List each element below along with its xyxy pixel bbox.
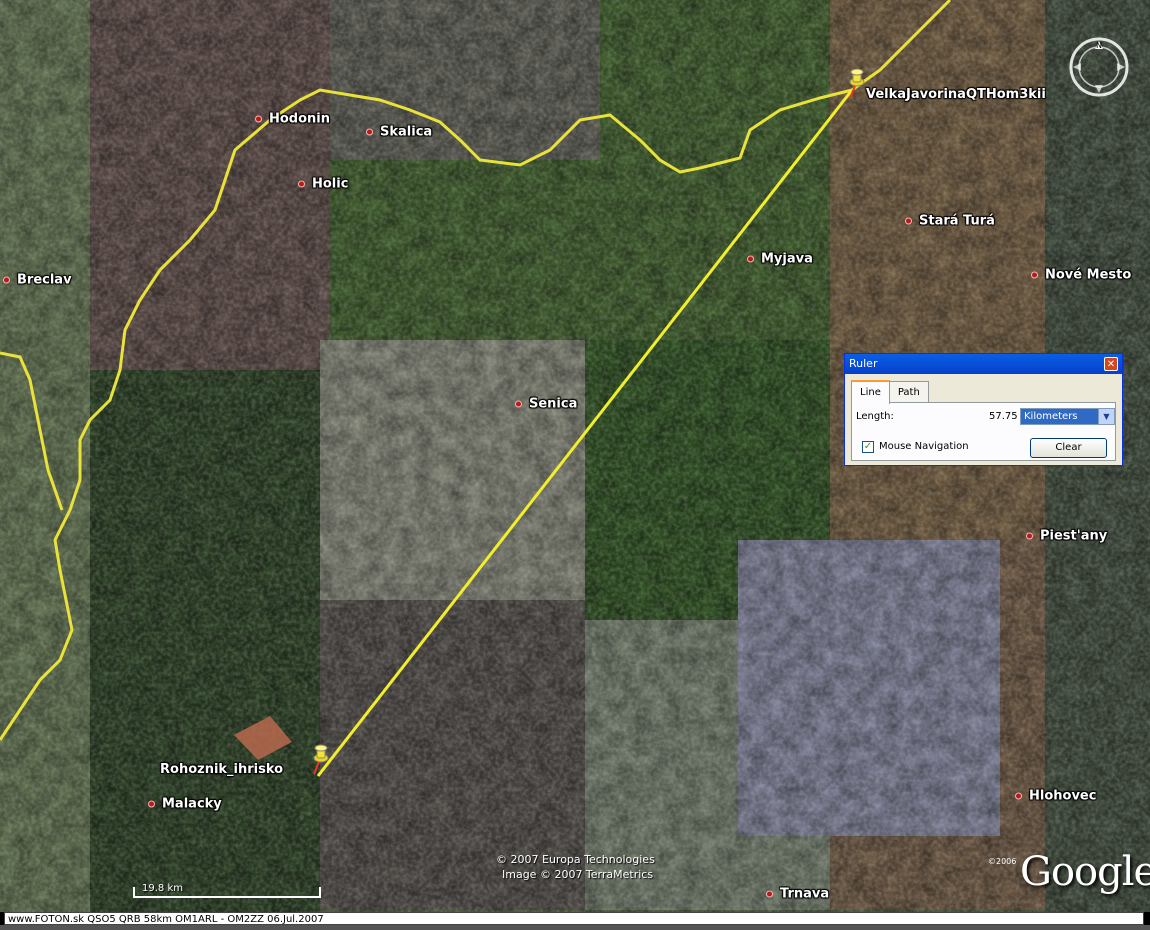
place-dot-icon [766,890,773,898]
place-label: Holic [312,176,349,192]
place-dot-icon [1015,792,1022,800]
place-marker[interactable]: Trnava [766,887,829,902]
units-select[interactable]: Kilometers ▼ [1020,408,1115,425]
tab-path[interactable]: Path [888,381,929,403]
copyright-line-1: © 2007 Europa Technologies [496,853,655,866]
close-button[interactable]: ✕ [1104,357,1118,371]
place-marker[interactable]: Hodonin [255,112,330,127]
length-label: Length: [856,411,894,422]
units-selected: Kilometers [1024,411,1078,422]
compass-icon[interactable]: N [1068,36,1130,98]
start-pin-label: Rohoznik_ihrisko [160,762,284,777]
place-label: Piest'any [1040,528,1108,544]
length-value: 57.75 [989,411,1018,422]
place-label: Nové Mesto [1045,267,1132,283]
end-pin-label: VelkaJavorinaQTHom3kii [866,87,1046,102]
place-marker[interactable]: Myjava [747,252,813,267]
place-marker[interactable]: Hlohovec [1015,789,1096,804]
place-marker[interactable]: Stará Turá [905,214,995,229]
mouse-navigation-label[interactable]: Mouse Navigation [879,441,969,452]
place-marker[interactable]: Malacky [148,797,222,812]
place-marker[interactable]: Piest'any [1026,529,1107,544]
ruler-title: Ruler [849,357,878,370]
place-dot-icon [366,128,373,136]
place-dot-icon [3,276,10,284]
place-dot-icon [298,180,305,188]
place-label: Myjava [761,251,813,267]
place-label: Stará Turá [919,213,995,229]
status-bar: www.FOTON.sk QSO5 QRB 58km OM1ARL - OM2Z… [0,912,1150,930]
place-marker[interactable]: Nové Mesto [1031,268,1131,283]
place-label: Trnava [780,886,830,902]
clear-button[interactable]: Clear [1030,438,1107,458]
place-label: Skalica [380,124,433,140]
place-dot-icon [1031,271,1038,279]
place-dot-icon [1026,532,1033,540]
place-dot-icon [148,800,155,808]
tab-line[interactable]: Line [851,380,890,404]
place-dot-icon [255,115,262,123]
place-dot-icon [747,255,754,263]
place-marker[interactable]: Skalica [366,125,432,140]
scale-label: 19.8 km [142,883,183,894]
place-label: Senica [529,396,578,412]
place-marker[interactable]: Senica [515,397,577,412]
place-label: Breclav [17,272,72,288]
place-label: Hodonin [269,111,331,127]
mouse-navigation-checkbox[interactable]: ✓ [862,441,874,453]
compass-north-label: N [1096,41,1102,50]
ruler-dialog[interactable]: Ruler ✕ Line Path Length: 57.75 Kilomete… [844,353,1123,466]
google-logo: Google [1020,849,1150,895]
end-pushpin-icon[interactable] [842,68,868,102]
place-label: Malacky [162,796,222,812]
start-pushpin-icon[interactable] [306,744,332,778]
ruler-panel: Length: 57.75 Kilometers ▼ ✓ Mouse Navig… [851,402,1116,461]
caption-text: www.FOTON.sk QSO5 QRB 58km OM1ARL - OM2Z… [4,912,1144,925]
place-dot-icon [905,217,912,225]
place-dot-icon [515,400,522,408]
place-marker[interactable]: Breclav [3,273,72,288]
copyright-small-year: ©2006 [988,857,1017,866]
place-marker[interactable]: Holic [298,177,348,192]
chevron-down-icon[interactable]: ▼ [1098,409,1114,424]
ruler-titlebar[interactable]: Ruler ✕ [845,354,1122,374]
copyright-line-2: Image © 2007 TerraMetrics [502,868,654,881]
ruler-tabs: Line Path [851,380,929,404]
place-label: Hlohovec [1029,788,1097,804]
status-strip [0,925,1150,930]
